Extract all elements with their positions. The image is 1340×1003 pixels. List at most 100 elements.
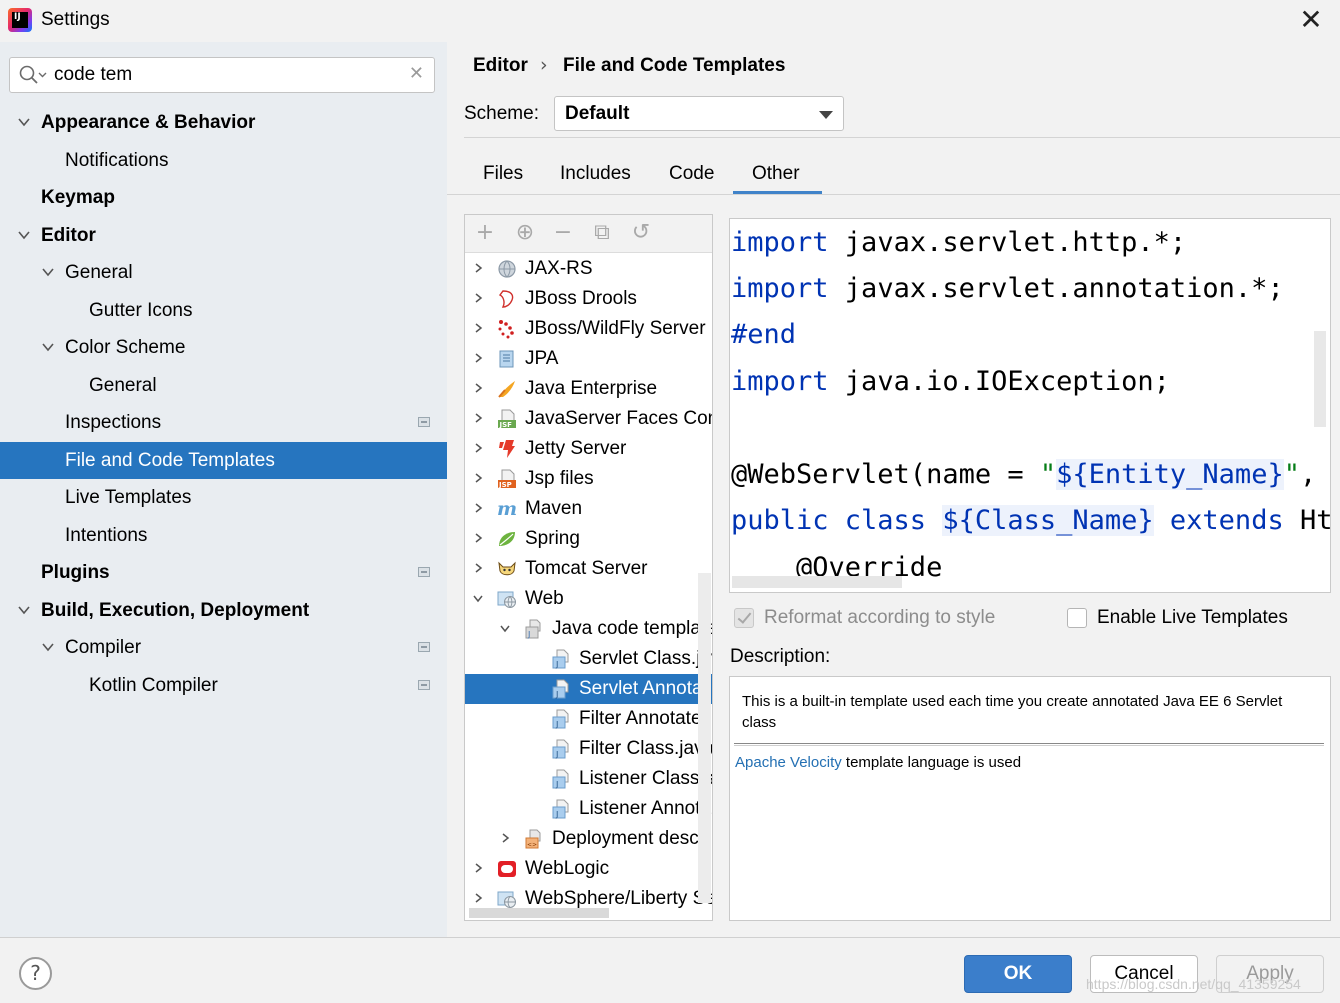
chevron-right-icon[interactable] <box>473 893 483 903</box>
tree-scrollbar-horizontal[interactable] <box>469 908 609 918</box>
apache-velocity-link[interactable]: Apache Velocity <box>735 754 842 771</box>
chevron-down-icon[interactable] <box>42 641 54 653</box>
chevron-right-icon[interactable] <box>473 323 483 333</box>
tree-item-servlet-annotated-class[interactable]: J Servlet Annotat <box>465 674 712 704</box>
tree-item-jboss-wildfly-server[interactable]: JBoss/WildFly Server <box>465 314 712 344</box>
sidebar-item-editor[interactable]: Editor <box>0 217 447 254</box>
close-icon[interactable]: ✕ <box>1296 6 1326 36</box>
search-input[interactable]: code tem <box>54 64 132 86</box>
chevron-down-icon[interactable] <box>18 116 30 128</box>
add-icon[interactable]: + <box>475 222 495 244</box>
tree-item-label: Web <box>525 588 564 609</box>
tree-item-spring[interactable]: Spring <box>465 524 712 554</box>
tree-item-maven[interactable]: m Maven <box>465 494 712 524</box>
tomcat-icon <box>498 561 516 576</box>
tree-item-label: JPA <box>525 348 559 369</box>
tree-item-jboss-drools[interactable]: JBoss Drools <box>465 284 712 314</box>
sidebar-item-compiler[interactable]: Compiler <box>0 629 447 666</box>
jetty-icon <box>499 440 515 458</box>
tree-item-java-enterprise[interactable]: Java Enterprise <box>465 374 712 404</box>
tab-includes[interactable]: Includes <box>560 163 631 185</box>
chevron-right-icon[interactable] <box>473 383 483 393</box>
chevron-down-icon[interactable] <box>42 266 54 278</box>
svg-text:J: J <box>555 780 558 789</box>
editor-scrollbar-horizontal[interactable] <box>732 576 902 588</box>
scheme-value: Default <box>565 103 630 124</box>
tree-item-jsp-files[interactable]: JSP Jsp files <box>465 464 712 494</box>
sidebar-item-general[interactable]: General <box>0 254 447 291</box>
remove-icon[interactable]: − <box>553 222 573 244</box>
ok-button[interactable]: OK <box>964 955 1072 993</box>
tree-item-deployment-descriptors[interactable]: <> Deployment descr <box>465 824 712 854</box>
websphere-icon <box>497 891 516 908</box>
tree-item-java-code-templates[interactable]: J Java code template <box>465 614 712 644</box>
tree-item-filter-class[interactable]: J Filter Class.java <box>465 734 712 764</box>
tab-other[interactable]: Other <box>752 163 800 185</box>
sidebar-item-live-templates[interactable]: Live Templates <box>0 479 447 516</box>
sidebar-item-keymap[interactable]: Keymap <box>0 179 447 216</box>
sidebar-item-inspections[interactable]: Inspections <box>0 404 447 441</box>
chevron-right-icon[interactable] <box>473 503 483 513</box>
sidebar-item-kotlin-compiler[interactable]: Kotlin Compiler <box>0 667 447 704</box>
tab-code[interactable]: Code <box>669 163 714 185</box>
chevron-down-icon[interactable] <box>473 593 483 603</box>
sidebar-item-gutter-icons[interactable]: Gutter Icons <box>0 292 447 329</box>
tree-item-jax-rs[interactable]: JAX-RS <box>465 254 712 284</box>
sidebar-item-label: Keymap <box>41 187 115 208</box>
tree-item-jpa[interactable]: JPA <box>465 344 712 374</box>
search-field[interactable]: code tem ✕ <box>9 57 435 93</box>
scheme-label: Scheme: <box>464 103 539 124</box>
help-button[interactable]: ? <box>19 957 52 990</box>
reformat-label: Reformat according to style <box>764 607 996 628</box>
template-tree: + ⊕ − ⧉ ↺ JAX-RS JBoss Drools JBoss/Wild… <box>464 214 713 921</box>
chevron-right-icon[interactable] <box>473 353 483 363</box>
reset-icon[interactable]: ↺ <box>631 222 651 244</box>
settings-content: Editor › File and Code Templates Scheme:… <box>447 42 1340 937</box>
add-child-icon[interactable]: ⊕ <box>515 222 535 244</box>
scheme-dropdown[interactable]: Default <box>554 96 844 131</box>
chevron-right-icon[interactable] <box>473 863 483 873</box>
copy-icon[interactable]: ⧉ <box>592 222 612 244</box>
tree-item-listener-annotated-class[interactable]: J Listener Annota <box>465 794 712 824</box>
chevron-right-icon[interactable] <box>473 473 483 483</box>
enable-live-templates-checkbox[interactable] <box>1067 608 1087 628</box>
breadcrumb-editor[interactable]: Editor <box>473 55 528 77</box>
tree-item-filter-annotated-class[interactable]: J Filter Annotated <box>465 704 712 734</box>
xml-file-icon: <> <box>525 829 541 849</box>
sidebar-item-notifications[interactable]: Notifications <box>0 142 447 179</box>
sidebar-item-plugins[interactable]: Plugins <box>0 554 447 591</box>
description-footer: Apache Velocity template language is use… <box>735 754 1022 771</box>
chevron-down-icon[interactable] <box>500 623 510 633</box>
tree-item-label: Spring <box>525 528 580 549</box>
chevron-right-icon[interactable] <box>473 443 483 453</box>
sidebar-item-color-scheme[interactable]: Color Scheme <box>0 329 447 366</box>
tree-item-servlet-class[interactable]: J Servlet Class.jav <box>465 644 712 674</box>
editor-scrollbar-vertical[interactable] <box>1314 331 1326 427</box>
tree-item-listener-class[interactable]: J Listener Class.ja <box>465 764 712 794</box>
tree-item-tomcat-server[interactable]: Tomcat Server <box>465 554 712 584</box>
reformat-checkbox[interactable] <box>734 608 754 628</box>
chevron-down-icon[interactable] <box>42 341 54 353</box>
tree-item-jetty-server[interactable]: Jetty Server <box>465 434 712 464</box>
chevron-right-icon[interactable] <box>500 833 510 843</box>
sidebar-item-appearance-behavior[interactable]: Appearance & Behavior <box>0 104 447 141</box>
sidebar-item-file-and-code-templates[interactable]: File and Code Templates <box>0 442 447 479</box>
tab-files[interactable]: Files <box>483 163 523 185</box>
chevron-right-icon[interactable] <box>473 563 483 573</box>
chevron-right-icon[interactable] <box>473 413 483 423</box>
tree-item-web[interactable]: Web <box>465 584 712 614</box>
chevron-down-icon[interactable] <box>18 229 30 241</box>
chevron-right-icon[interactable] <box>473 533 483 543</box>
tree-scrollbar-vertical[interactable] <box>698 573 711 903</box>
clear-search-icon[interactable]: ✕ <box>409 63 424 84</box>
chevron-right-icon[interactable] <box>473 293 483 303</box>
chevron-right-icon[interactable] <box>473 263 483 273</box>
tree-item-weblogic[interactable]: WebLogic <box>465 854 712 884</box>
sidebar-item-label: Editor <box>41 225 96 246</box>
sidebar-item-color-scheme-general[interactable]: General <box>0 367 447 404</box>
template-code-editor[interactable]: import javax.servlet.http.*; import java… <box>729 218 1331 593</box>
chevron-down-icon[interactable] <box>18 604 30 616</box>
sidebar-item-build-execution-deployment[interactable]: Build, Execution, Deployment <box>0 592 447 629</box>
sidebar-item-intentions[interactable]: Intentions <box>0 517 447 554</box>
tree-item-javaserver-faces-conf[interactable]: JSF JavaServer Faces Conf <box>465 404 712 434</box>
